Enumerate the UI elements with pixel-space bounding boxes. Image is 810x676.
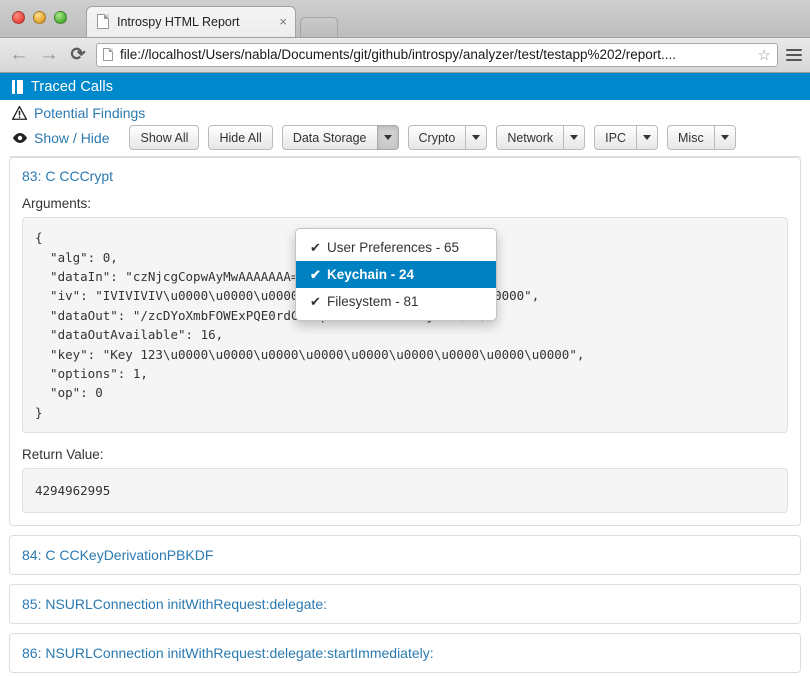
bookmark-star-icon[interactable]: ☆	[758, 46, 771, 64]
filter-button-hide-all: Hide All	[208, 125, 273, 151]
eye-icon	[13, 132, 27, 143]
return-value-label: Return Value:	[22, 447, 104, 462]
check-icon: ✔	[310, 239, 321, 255]
arguments-label: Arguments:	[22, 196, 92, 212]
browser-tabstrip: Introspy HTML Report ×	[0, 0, 810, 38]
new-tab-button[interactable]	[300, 16, 338, 37]
address-bar-url: file://localhost/Users/nabla/Documents/g…	[120, 47, 677, 63]
page-document-icon	[103, 48, 113, 62]
browser-tab-active[interactable]: Introspy HTML Report ×	[86, 5, 296, 37]
data-storage-button[interactable]: Data Storage	[281, 125, 377, 151]
warning-triangle-icon	[12, 106, 27, 121]
window-traffic-lights	[12, 11, 67, 24]
dropdown-item-label: Keychain - 24	[327, 267, 415, 283]
report-header-bar: Traced Calls	[0, 73, 810, 101]
forward-button[interactable]: →	[38, 45, 60, 64]
show-hide-link[interactable]: Show / Hide	[34, 130, 109, 146]
dropdown-item-filesystem[interactable]: ✔ Filesystem - 81	[296, 288, 496, 315]
ipc-dropdown-toggle[interactable]	[636, 125, 659, 151]
crypto-dropdown-toggle[interactable]	[465, 125, 488, 151]
call-card[interactable]: 86: NSURLConnection initWithRequest:dele…	[9, 633, 801, 674]
chevron-down-icon	[643, 135, 652, 141]
filter-button-data-storage: Data Storage	[281, 125, 399, 151]
hamburger-menu-icon[interactable]	[786, 48, 802, 61]
network-dropdown-toggle[interactable]	[563, 125, 586, 151]
dropdown-item-keychain[interactable]: ✔ Keychain - 24	[296, 261, 496, 289]
show-hide-toolbar: Show / Hide Show All Hide All Data Stora…	[0, 123, 810, 156]
window-zoom-button[interactable]	[54, 11, 67, 24]
hide-all-button[interactable]: Hide All	[208, 125, 273, 151]
call-title[interactable]: 83: C CCCrypt	[10, 158, 800, 194]
data-storage-dropdown-toggle[interactable]	[376, 125, 399, 151]
report-page: Traced Calls Potential Findings Show / H…	[0, 73, 810, 676]
chevron-down-icon	[383, 135, 392, 141]
filter-button-network: Network	[496, 125, 586, 151]
crypto-button[interactable]: Crypto	[407, 125, 466, 151]
potential-findings-link[interactable]: Potential Findings	[34, 105, 145, 121]
window-close-button[interactable]	[12, 11, 25, 24]
page-title: Traced Calls	[31, 78, 114, 95]
call-card[interactable]: 84: C CCKeyDerivationPBKDF	[9, 535, 801, 576]
call-title[interactable]: 86: NSURLConnection initWithRequest:dele…	[10, 634, 800, 672]
potential-findings-row[interactable]: Potential Findings	[0, 100, 810, 123]
dropdown-item-user-preferences[interactable]: ✔ User Preferences - 65	[296, 234, 496, 261]
check-icon: ✔	[310, 266, 321, 282]
dropdown-item-label: User Preferences - 65	[327, 240, 460, 256]
chevron-down-icon	[570, 135, 579, 141]
ipc-button[interactable]: IPC	[594, 125, 637, 151]
call-card[interactable]: 85: NSURLConnection initWithRequest:dele…	[9, 584, 801, 625]
filter-button-misc: Misc	[667, 125, 736, 151]
misc-dropdown-toggle[interactable]	[713, 125, 736, 151]
window-minimize-button[interactable]	[33, 11, 46, 24]
close-icon[interactable]: ×	[279, 15, 287, 28]
show-all-button[interactable]: Show All	[129, 125, 200, 151]
reload-button[interactable]: ⟳	[68, 44, 88, 65]
check-icon: ✔	[310, 293, 321, 309]
back-button[interactable]: ←	[8, 45, 30, 64]
data-storage-dropdown-menu: ✔ User Preferences - 65 ✔ Keychain - 24 …	[295, 228, 497, 322]
call-card-expanded: 83: C CCCrypt Arguments: { "alg": 0, "da…	[9, 157, 801, 527]
network-button[interactable]: Network	[496, 125, 564, 151]
book-icon	[12, 79, 23, 94]
filter-button-crypto: Crypto	[407, 125, 488, 151]
page-favicon-icon	[97, 14, 109, 30]
filter-button-ipc: IPC	[594, 125, 659, 151]
chevron-down-icon	[720, 135, 729, 141]
dropdown-item-label: Filesystem - 81	[327, 294, 419, 310]
browser-tab-title: Introspy HTML Report	[117, 14, 240, 29]
browser-toolbar: ← → ⟳ file://localhost/Users/nabla/Docum…	[0, 37, 810, 74]
filter-button-show-all: Show All	[129, 125, 200, 151]
call-title[interactable]: 85: NSURLConnection initWithRequest:dele…	[10, 585, 800, 623]
chevron-down-icon	[472, 135, 481, 141]
browser-window: Introspy HTML Report × ← → ⟳ file://loca…	[0, 0, 810, 676]
return-value-code-block: 4294962995	[22, 468, 788, 514]
misc-button[interactable]: Misc	[667, 125, 714, 151]
call-title[interactable]: 84: C CCKeyDerivationPBKDF	[10, 536, 800, 574]
address-bar[interactable]: file://localhost/Users/nabla/Documents/g…	[96, 42, 778, 67]
